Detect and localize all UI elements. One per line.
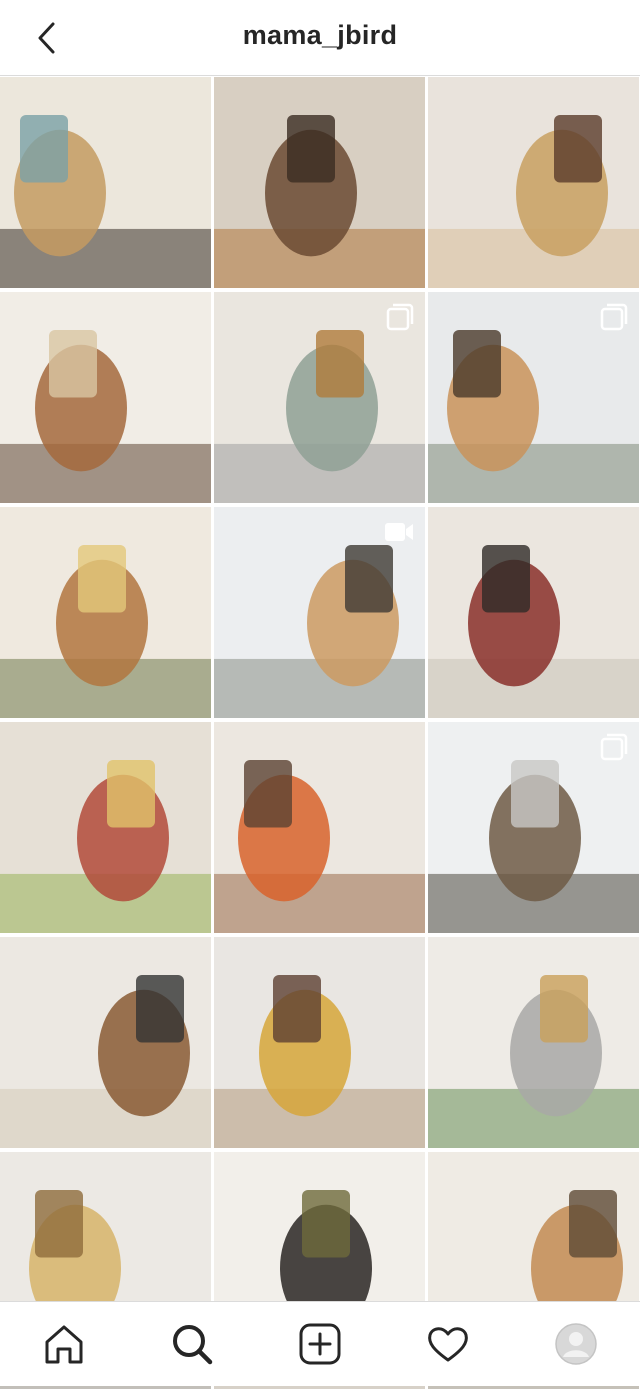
tab-activity[interactable] <box>426 1322 470 1366</box>
post-thumbnail <box>0 722 211 933</box>
post-wood-stove-feet[interactable] <box>214 722 425 933</box>
tab-search[interactable] <box>170 1322 214 1366</box>
post-thumbnail <box>214 77 425 288</box>
home-icon <box>45 1325 83 1364</box>
avatar-icon <box>555 1323 597 1365</box>
post-dining-table[interactable] <box>0 937 211 1148</box>
photo-grid <box>0 77 640 1389</box>
post-thumbnail <box>0 77 211 288</box>
post-living-room-stove[interactable] <box>214 77 425 288</box>
header-bar: mama_jbird <box>0 0 640 76</box>
post-dining-quiche[interactable] <box>0 507 211 718</box>
post-reading-couch[interactable] <box>428 937 639 1148</box>
post-thumbnail <box>0 937 211 1148</box>
plus-square-icon <box>299 1323 341 1365</box>
carousel-icon <box>600 303 628 331</box>
post-snow-camp[interactable] <box>428 722 639 933</box>
post-barrel-sauna[interactable] <box>428 292 639 503</box>
video-icon <box>385 523 413 541</box>
bottom-tab-bar <box>0 1301 640 1386</box>
post-mother-daughter-hug[interactable] <box>214 937 425 1148</box>
page-title: mama_jbird <box>242 20 398 50</box>
post-sauna-snow-walk[interactable] <box>214 507 425 718</box>
carousel-icon <box>600 733 628 761</box>
post-kitchen-dog[interactable] <box>428 507 639 718</box>
heart-icon <box>428 1327 468 1362</box>
post-thumbnail <box>214 722 425 933</box>
post-thumbnail <box>214 937 425 1148</box>
post-thumbnail <box>428 937 639 1148</box>
post-cozy-living-room[interactable] <box>0 292 211 503</box>
post-thumbnail <box>428 507 639 718</box>
post-thumbnail <box>0 507 211 718</box>
post-thumbnail <box>428 77 639 288</box>
tab-profile[interactable] <box>554 1322 598 1366</box>
tab-new-post[interactable] <box>298 1322 342 1366</box>
post-thumbnail <box>0 292 211 503</box>
post-archery-map[interactable] <box>214 292 425 503</box>
tab-home[interactable] <box>42 1322 86 1366</box>
carousel-icon <box>386 303 414 331</box>
post-kitchen-wall[interactable] <box>0 77 211 288</box>
post-mother-daughter-bed[interactable] <box>428 77 639 288</box>
search-icon <box>173 1325 213 1365</box>
post-cheese-board[interactable] <box>0 722 211 933</box>
